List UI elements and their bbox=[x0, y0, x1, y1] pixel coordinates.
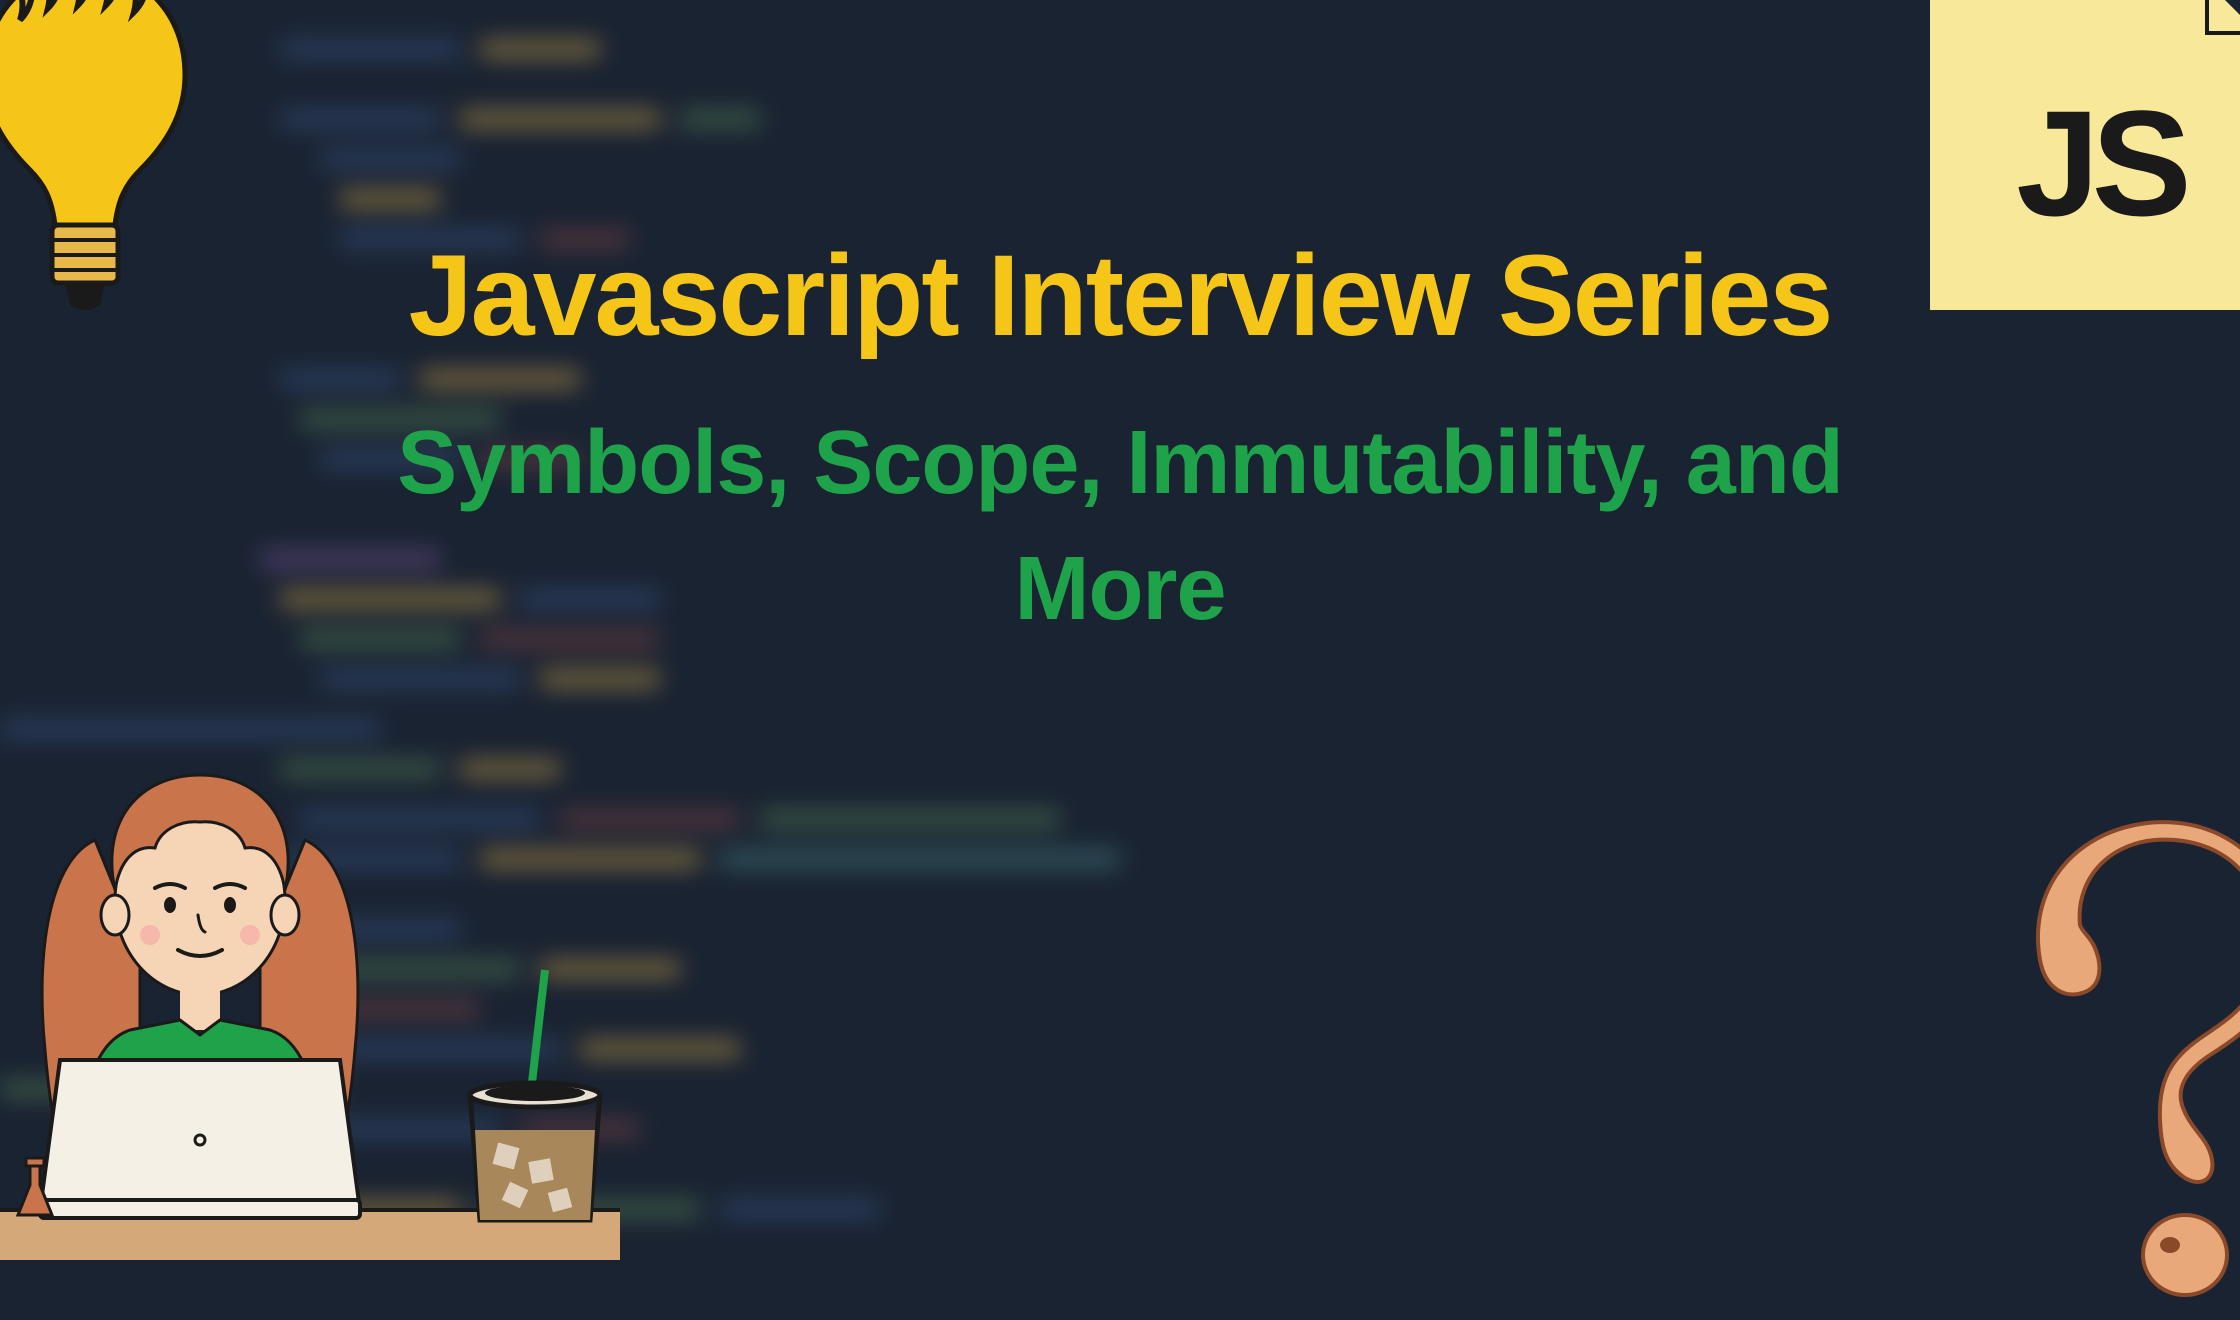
js-logo-badge: JS bbox=[1930, 0, 2240, 310]
subtitle: Symbols, Scope, Immutability, and More bbox=[320, 400, 1920, 652]
question-mark-icon bbox=[1990, 820, 2240, 1320]
main-title: Javascript Interview Series bbox=[409, 230, 1832, 362]
person-with-laptop-illustration bbox=[0, 700, 620, 1260]
js-badge-text: JS bbox=[2016, 77, 2183, 250]
lightbulb-icon bbox=[0, 0, 200, 330]
